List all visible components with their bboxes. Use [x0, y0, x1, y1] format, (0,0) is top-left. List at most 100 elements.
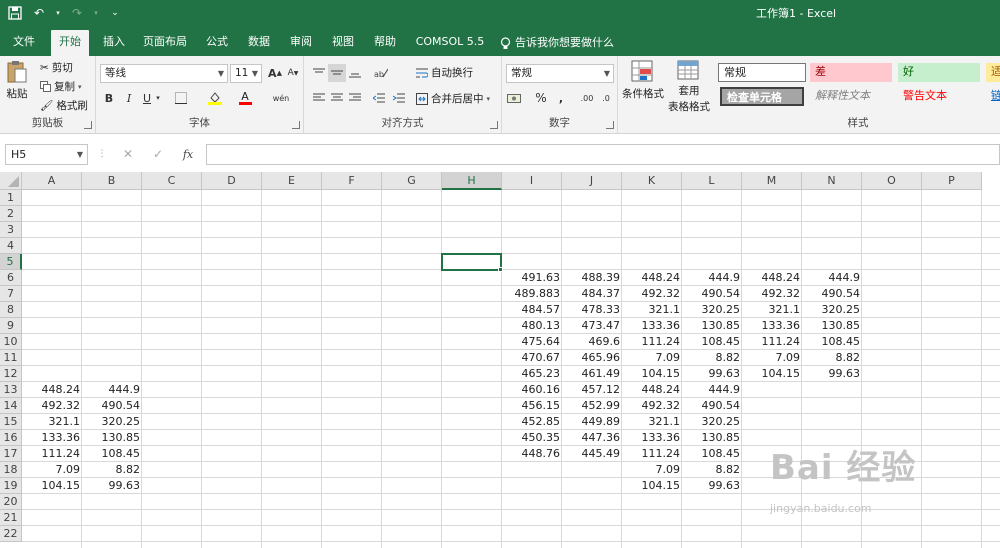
column-header-b[interactable]: B: [82, 172, 142, 190]
formula-input[interactable]: [206, 144, 1000, 165]
column-header-h[interactable]: H: [442, 172, 502, 190]
cell-i12[interactable]: 465.23: [502, 366, 562, 382]
undo-dropdown-icon[interactable]: ▾: [54, 4, 62, 22]
comma-button[interactable]: ,: [552, 89, 570, 107]
save-icon[interactable]: [6, 4, 24, 22]
column-header-i[interactable]: I: [502, 172, 562, 190]
cell-k14[interactable]: 492.32: [622, 398, 682, 414]
row-header-7[interactable]: 7: [0, 286, 22, 302]
cell-k19[interactable]: 104.15: [622, 478, 682, 494]
column-header-o[interactable]: O: [862, 172, 922, 190]
row-header-8[interactable]: 8: [0, 302, 22, 318]
font-size-select[interactable]: 11 ▼: [230, 64, 262, 83]
tab-view[interactable]: 视图: [325, 30, 361, 56]
cell-i10[interactable]: 475.64: [502, 334, 562, 350]
cell-a15[interactable]: 321.1: [22, 414, 82, 430]
row-header-11[interactable]: 11: [0, 350, 22, 366]
column-header-g[interactable]: G: [382, 172, 442, 190]
cell-l7[interactable]: 490.54: [682, 286, 742, 302]
align-middle-icon[interactable]: [328, 64, 346, 82]
cell-i6[interactable]: 491.63: [502, 270, 562, 286]
style-warning[interactable]: 警告文本: [898, 87, 980, 106]
tab-help[interactable]: 帮助: [367, 30, 403, 56]
align-top-icon[interactable]: [310, 64, 328, 82]
format-as-table-button[interactable]: 套用 表格格式: [668, 60, 710, 114]
customize-qat-icon[interactable]: ⌄: [106, 4, 124, 22]
tell-me-search[interactable]: 告诉我你想要做什么: [500, 30, 614, 56]
cell-n11[interactable]: 8.82: [802, 350, 862, 366]
cell-k18[interactable]: 7.09: [622, 462, 682, 478]
increase-indent-icon[interactable]: [390, 89, 408, 107]
row-header-20[interactable]: 20: [0, 494, 22, 510]
cell-b13[interactable]: 444.9: [82, 382, 142, 398]
insert-function-icon[interactable]: fx: [180, 146, 196, 162]
cell-k9[interactable]: 133.36: [622, 318, 682, 334]
format-painter-button[interactable]: 🖌 格式刷: [40, 98, 88, 113]
cell-a18[interactable]: 7.09: [22, 462, 82, 478]
cell-b17[interactable]: 108.45: [82, 446, 142, 462]
row-header-15[interactable]: 15: [0, 414, 22, 430]
tab-review[interactable]: 审阅: [283, 30, 319, 56]
cell-k7[interactable]: 492.32: [622, 286, 682, 302]
column-header-j[interactable]: J: [562, 172, 622, 190]
enter-icon[interactable]: ✓: [150, 146, 166, 162]
column-header-d[interactable]: D: [202, 172, 262, 190]
cell-i8[interactable]: 484.57: [502, 302, 562, 318]
select-all-corner[interactable]: [0, 172, 22, 190]
paste-button[interactable]: 粘贴: [6, 60, 28, 101]
number-format-select[interactable]: 常规 ▼: [506, 64, 614, 83]
cell-i7[interactable]: 489.883: [502, 286, 562, 302]
cell-j8[interactable]: 478.33: [562, 302, 622, 318]
grow-font-button[interactable]: A ▲: [266, 64, 284, 82]
cell-n8[interactable]: 320.25: [802, 302, 862, 318]
cell-m6[interactable]: 448.24: [742, 270, 802, 286]
cell-j17[interactable]: 445.49: [562, 446, 622, 462]
column-header-p[interactable]: P: [922, 172, 982, 190]
row-header-1[interactable]: 1: [0, 190, 22, 206]
tab-formulas[interactable]: 公式: [199, 30, 235, 56]
cell-a16[interactable]: 133.36: [22, 430, 82, 446]
cell-k16[interactable]: 133.36: [622, 430, 682, 446]
cell-k13[interactable]: 448.24: [622, 382, 682, 398]
merge-dropdown-icon[interactable]: ▾: [487, 95, 491, 103]
row-header-22[interactable]: 22: [0, 526, 22, 542]
column-header-m[interactable]: M: [742, 172, 802, 190]
copy-button[interactable]: 复制 ▾: [40, 79, 82, 94]
cell-i9[interactable]: 480.13: [502, 318, 562, 334]
tab-data[interactable]: 数据: [241, 30, 277, 56]
cell-m8[interactable]: 321.1: [742, 302, 802, 318]
cell-i13[interactable]: 460.16: [502, 382, 562, 398]
cell-b14[interactable]: 490.54: [82, 398, 142, 414]
cell-i15[interactable]: 452.85: [502, 414, 562, 430]
cut-button[interactable]: ✂ 剪切: [40, 60, 73, 75]
wrap-text-button[interactable]: 自动换行: [416, 65, 473, 80]
cell-b15[interactable]: 320.25: [82, 414, 142, 430]
style-explanatory[interactable]: 解释性文本: [810, 87, 892, 106]
column-header-n[interactable]: N: [802, 172, 862, 190]
cell-n7[interactable]: 490.54: [802, 286, 862, 302]
cell-l18[interactable]: 8.82: [682, 462, 742, 478]
align-left-icon[interactable]: [310, 89, 328, 107]
row-header-18[interactable]: 18: [0, 462, 22, 478]
cell-j15[interactable]: 449.89: [562, 414, 622, 430]
cancel-icon[interactable]: ✕: [120, 146, 136, 162]
alignment-launcher-icon[interactable]: [490, 121, 498, 129]
align-bottom-icon[interactable]: [346, 64, 364, 82]
tab-page-layout[interactable]: 页面布局: [138, 30, 192, 56]
style-normal[interactable]: 常规: [718, 63, 806, 82]
tab-home[interactable]: 开始: [51, 30, 89, 56]
accounting-format-icon[interactable]: [506, 89, 524, 107]
cell-m11[interactable]: 7.09: [742, 350, 802, 366]
cell-l13[interactable]: 444.9: [682, 382, 742, 398]
cell-k12[interactable]: 104.15: [622, 366, 682, 382]
cell-b16[interactable]: 130.85: [82, 430, 142, 446]
borders-button[interactable]: [172, 89, 190, 107]
redo-dropdown-icon[interactable]: ▾: [92, 4, 100, 22]
cell-l6[interactable]: 444.9: [682, 270, 742, 286]
cell-j10[interactable]: 469.6: [562, 334, 622, 350]
cell-l19[interactable]: 99.63: [682, 478, 742, 494]
style-check-cell[interactable]: 检查单元格: [720, 87, 804, 106]
tab-file[interactable]: 文件: [6, 30, 42, 56]
cell-n9[interactable]: 130.85: [802, 318, 862, 334]
conditional-formatting-button[interactable]: 条件格式: [622, 60, 664, 101]
